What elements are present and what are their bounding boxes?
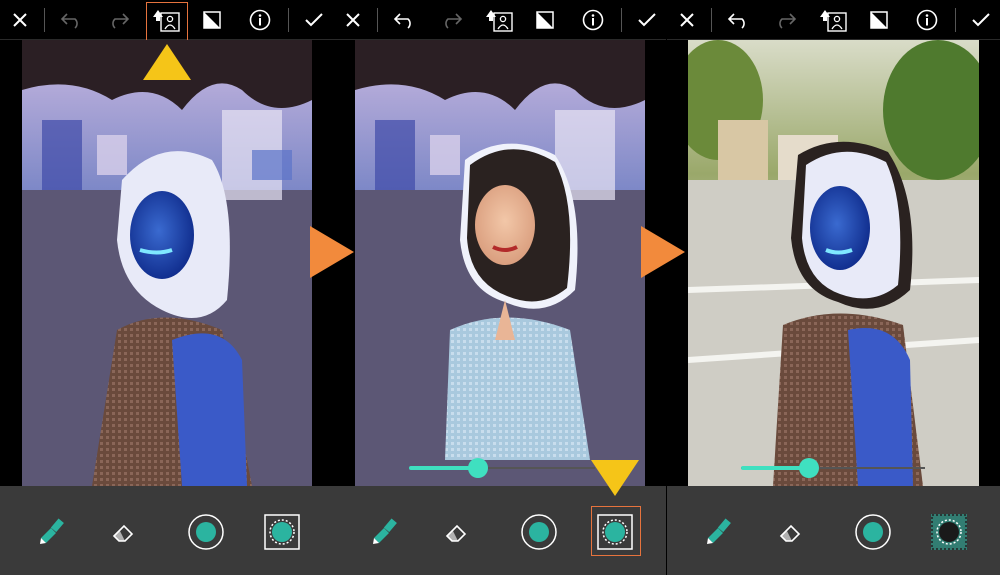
undo-icon (727, 13, 745, 29)
apply-button[interactable] (631, 4, 663, 36)
toolbar-divider (955, 8, 956, 32)
outlined-cutout-photo (688, 40, 979, 486)
person-restore-icon (820, 10, 847, 32)
filled-circle-icon (855, 514, 891, 550)
checkmark-icon (638, 13, 656, 27)
restore-highlight-box (146, 2, 188, 44)
brush-size-button[interactable] (853, 512, 893, 552)
brush-tool-button[interactable] (699, 512, 739, 552)
redo-icon (779, 13, 797, 29)
close-icon (13, 13, 27, 27)
brush-size-slider[interactable] (741, 458, 925, 478)
info-icon (916, 9, 938, 31)
undo-icon (393, 13, 411, 29)
eraser-tool-button[interactable] (437, 512, 477, 552)
dotted-circle-icon (264, 514, 300, 550)
eraser-tool-button[interactable] (771, 512, 811, 552)
apply-button[interactable] (298, 4, 330, 36)
photo-canvas[interactable] (355, 40, 645, 486)
eraser-icon (445, 524, 467, 542)
next-step-arrow (641, 226, 685, 278)
brush-size-slider[interactable] (409, 458, 595, 478)
eraser-icon (112, 524, 134, 542)
toolbar-divider (288, 8, 289, 32)
top-toolbar (333, 0, 666, 40)
close-button[interactable] (4, 4, 36, 36)
restore-person-button[interactable] (483, 4, 515, 36)
pointer-triangle-up (143, 44, 191, 80)
toolbar-divider (377, 8, 378, 32)
brush-icon (40, 518, 64, 544)
info-button[interactable] (244, 4, 276, 36)
close-icon (346, 13, 360, 27)
bottom-tool-bar (667, 486, 1000, 575)
info-icon (249, 9, 271, 31)
redo-button[interactable] (769, 4, 801, 36)
checkmark-icon (972, 13, 990, 27)
outline-tool-button[interactable] (262, 512, 302, 552)
undo-button[interactable] (56, 4, 88, 36)
filled-circle-icon (188, 514, 224, 550)
slider-knob[interactable] (799, 458, 820, 478)
dotted-circle-icon (931, 514, 967, 550)
redo-button[interactable] (102, 4, 134, 36)
redo-icon (445, 13, 463, 29)
eraser-icon (779, 524, 801, 542)
erase-background-button[interactable] (863, 4, 895, 36)
person-restore-icon (486, 10, 513, 32)
screen-3 (667, 0, 1000, 575)
outline-tool-button[interactable] (929, 512, 969, 552)
restore-person-button[interactable] (817, 4, 849, 36)
next-step-arrow (310, 226, 354, 278)
erase-background-button[interactable] (196, 4, 228, 36)
partially-restored-photo (355, 40, 645, 486)
brush-tool-button[interactable] (32, 512, 72, 552)
brush-size-button[interactable] (186, 512, 226, 552)
bottom-tool-bar (0, 486, 333, 575)
pointer-triangle-down (591, 460, 639, 496)
inverted-photo (22, 40, 312, 486)
close-icon (680, 13, 694, 27)
photo-canvas[interactable] (688, 40, 979, 486)
eraser-page-icon (870, 11, 888, 29)
undo-icon (60, 13, 78, 29)
eraser-page-icon (203, 11, 221, 29)
outline-highlight-box (591, 506, 641, 556)
erase-background-button[interactable] (529, 4, 561, 36)
photo-canvas[interactable] (22, 40, 312, 486)
info-button[interactable] (911, 4, 943, 36)
eraser-tool-button[interactable] (104, 512, 144, 552)
screen-1 (0, 0, 333, 575)
undo-button[interactable] (389, 4, 421, 36)
eraser-page-icon (536, 11, 554, 29)
close-button[interactable] (337, 4, 369, 36)
checkmark-icon (305, 13, 323, 27)
slider-knob[interactable] (467, 458, 488, 478)
top-toolbar (667, 0, 1000, 40)
toolbar-divider (621, 8, 622, 32)
toolbar-divider (711, 8, 712, 32)
brush-icon (707, 518, 731, 544)
undo-button[interactable] (723, 4, 755, 36)
info-icon (582, 9, 604, 31)
apply-button[interactable] (965, 4, 997, 36)
brush-tool-button[interactable] (365, 512, 405, 552)
screen-2 (333, 0, 666, 575)
close-button[interactable] (671, 4, 703, 36)
info-button[interactable] (577, 4, 609, 36)
filled-circle-icon (521, 514, 557, 550)
toolbar-divider (44, 8, 45, 32)
redo-icon (112, 13, 130, 29)
brush-icon (373, 518, 397, 544)
brush-size-button[interactable] (519, 512, 559, 552)
redo-button[interactable] (435, 4, 467, 36)
